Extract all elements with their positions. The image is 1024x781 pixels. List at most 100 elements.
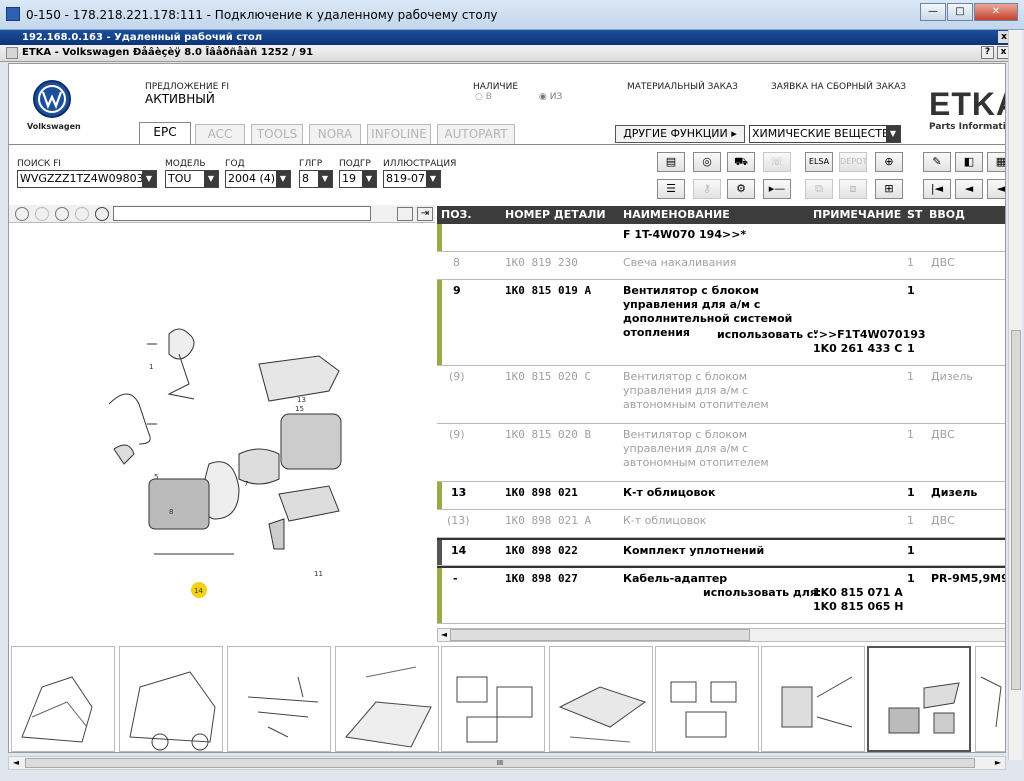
tab-acc[interactable]: ACC bbox=[195, 124, 245, 144]
outer-horizontal-scrollbar[interactable]: ◄ III ► bbox=[8, 756, 1006, 770]
tab-epc[interactable]: EPC bbox=[139, 122, 191, 144]
chevron-down-icon[interactable]: ▼ bbox=[276, 171, 290, 187]
thumbnail-6[interactable] bbox=[549, 646, 653, 752]
thumbnail-1[interactable] bbox=[11, 646, 115, 752]
cart-list-icon[interactable]: ⊞ bbox=[875, 179, 903, 199]
table-row[interactable]: (9) 1K0 815 020 C Вентилятор с блоком уп… bbox=[437, 366, 1005, 424]
chevron-down-icon[interactable]: ▼ bbox=[142, 171, 156, 187]
thumbnail-4[interactable] bbox=[335, 646, 439, 752]
tab-tools[interactable]: TOOLS bbox=[251, 124, 303, 144]
group-select[interactable]: 8 ▼ bbox=[299, 170, 333, 188]
chevron-down-icon[interactable]: ▼ bbox=[886, 126, 900, 142]
minimize-button[interactable]: — bbox=[920, 3, 946, 21]
thumbnail-10[interactable] bbox=[975, 646, 1005, 752]
table-horizontal-scrollbar[interactable]: ◄ bbox=[437, 628, 1005, 642]
copy-icon[interactable]: ⧉ bbox=[805, 179, 833, 199]
list-icon[interactable]: ☰ bbox=[657, 179, 685, 199]
chevron-down-icon[interactable]: ▼ bbox=[426, 171, 440, 187]
key-icon[interactable]: ⚷ bbox=[693, 179, 721, 199]
maximize-button[interactable]: □ bbox=[947, 3, 973, 21]
split-view-icon[interactable] bbox=[397, 207, 413, 221]
scroll-thumb[interactable]: III bbox=[25, 758, 975, 768]
zoom-fit-icon[interactable] bbox=[55, 207, 69, 221]
thumbnail-9-selected[interactable] bbox=[867, 646, 971, 752]
header-note[interactable]: ПРИМЕЧАНИЕ bbox=[809, 206, 905, 224]
diagram-search-input[interactable] bbox=[113, 206, 371, 221]
car-icon[interactable]: ⛟ bbox=[727, 152, 755, 172]
year-select[interactable]: 2004 (4) ▼ bbox=[225, 170, 291, 188]
zoom-reset-icon[interactable] bbox=[75, 207, 89, 221]
scroll-thumb[interactable] bbox=[1011, 330, 1021, 690]
table-row[interactable]: 13 1K0 898 021 К-т облицовок 1 Дизель bbox=[437, 482, 1005, 510]
illustration-select[interactable]: 819-071 ▼ bbox=[383, 170, 441, 188]
batch-order-link[interactable]: ЗАЯВКА НА СБОРНЫЙ ЗАКАЗ bbox=[771, 82, 906, 92]
cart-icon[interactable]: ⊕ bbox=[875, 152, 903, 172]
availability-from-radio[interactable]: ◉ ИЗ bbox=[539, 92, 562, 102]
thumbnail-3[interactable] bbox=[227, 646, 331, 752]
next-page-icon[interactable]: ◄ bbox=[987, 179, 1005, 199]
thumbnail-2[interactable] bbox=[119, 646, 223, 752]
other-functions-button[interactable]: ДРУГИЕ ФУНКЦИИ ▸ bbox=[615, 125, 745, 143]
doc-back-icon[interactable]: ◧ bbox=[955, 152, 983, 172]
table-row[interactable]: 8 1K0 819 230 Свеча накаливания 1 ДВС bbox=[437, 252, 1005, 280]
cell-st: 1 bbox=[907, 256, 914, 269]
zoom-in-icon[interactable] bbox=[15, 207, 29, 221]
scroll-right-arrow[interactable]: ► bbox=[991, 757, 1005, 769]
table-row[interactable]: (9) 1K0 815 020 B Вентилятор с блоком уп… bbox=[437, 424, 1005, 482]
subgroup-select[interactable]: 19 ▼ bbox=[339, 170, 377, 188]
elsa-icon[interactable]: ELSA bbox=[805, 152, 833, 172]
chevron-down-icon[interactable]: ▼ bbox=[318, 171, 332, 187]
chat-icon[interactable]: ☏ bbox=[763, 152, 791, 172]
pin-icon[interactable]: ✎ bbox=[923, 152, 951, 172]
tab-baseline bbox=[9, 144, 1005, 145]
close-button[interactable]: ✕ bbox=[974, 3, 1018, 21]
scroll-left-arrow[interactable]: ◄ bbox=[438, 629, 450, 641]
doc-icon[interactable]: ▦ bbox=[987, 152, 1005, 172]
model-select[interactable]: TOU ▼ bbox=[165, 170, 219, 188]
prev-page-icon[interactable]: ◄ bbox=[955, 179, 983, 199]
fi-search-field[interactable]: WVGZZZ1TZ4W09803 ▼ bbox=[17, 170, 157, 188]
outer-vertical-scrollbar[interactable] bbox=[1008, 30, 1022, 760]
table-row[interactable]: F 1T-4W070 194>>* bbox=[437, 224, 1005, 252]
material-order-link[interactable]: МАТЕРИАЛЬНЫЙ ЗАКАЗ bbox=[627, 82, 738, 92]
print-icon[interactable]: ▤ bbox=[657, 152, 685, 172]
search-icon[interactable] bbox=[95, 207, 109, 221]
chevron-down-icon[interactable]: ▼ bbox=[362, 171, 376, 187]
depot-icon[interactable]: DEPOT bbox=[839, 152, 867, 172]
play-icon[interactable]: ▸— bbox=[763, 179, 791, 199]
chemical-select[interactable]: ХИМИЧЕСКИЕ ВЕЩЕСТВ ▼ bbox=[749, 125, 901, 143]
rdp-window-titlebar[interactable]: 0-150 - 178.218.221.178:111 - Подключени… bbox=[0, 0, 1024, 30]
expand-icon[interactable]: ⇥ bbox=[417, 207, 433, 221]
scroll-thumb[interactable] bbox=[450, 629, 750, 641]
chevron-down-icon[interactable]: ▼ bbox=[204, 171, 218, 187]
thumbnail-5[interactable] bbox=[441, 646, 545, 752]
help-button[interactable]: ? bbox=[981, 46, 994, 59]
availability-in-radio[interactable]: ○ В bbox=[475, 92, 492, 102]
table-row[interactable]: - 1K0 898 027 Кабель-адаптер использоват… bbox=[437, 566, 1005, 624]
header-name[interactable]: НАИМЕНОВАНИЕ bbox=[619, 206, 809, 224]
tab-nora[interactable]: NORA bbox=[309, 124, 361, 144]
etka-logo: ETKA bbox=[929, 86, 1005, 122]
zoom-out-icon[interactable] bbox=[35, 207, 49, 221]
paste-icon[interactable]: ⧈ bbox=[839, 179, 867, 199]
chemical-select-value: ХИМИЧЕСКИЕ ВЕЩЕСТВ bbox=[752, 127, 890, 140]
header-st[interactable]: ST bbox=[905, 206, 927, 224]
thumbnail-7[interactable] bbox=[655, 646, 759, 752]
parts-diagram[interactable]: 1 5 7 8 11 13 15 14 bbox=[9, 224, 435, 644]
header-pos[interactable]: ПОЗ. bbox=[437, 206, 501, 224]
cd-icon[interactable]: ◎ bbox=[693, 152, 721, 172]
header-input[interactable]: ВВОД ДАННЫХ bbox=[927, 206, 1005, 239]
table-row[interactable]: 14 1K0 898 022 Комплект уплотнений 1 bbox=[437, 538, 1005, 566]
first-page-icon[interactable]: |◄ bbox=[923, 179, 951, 199]
bike-icon[interactable]: ⚙ bbox=[727, 179, 755, 199]
thumbnail-8[interactable] bbox=[761, 646, 865, 752]
availability-from-label: ИЗ bbox=[549, 92, 563, 102]
table-row[interactable]: 9 1K0 815 019 A Вентилятор с блоком упра… bbox=[437, 280, 1005, 366]
table-row[interactable]: (13) 1K0 898 021 A К-т облицовок 1 ДВС bbox=[437, 510, 1005, 538]
tab-autopart[interactable]: AUTOPART bbox=[437, 124, 515, 144]
group-label: ГЛГР bbox=[299, 159, 323, 169]
brand-name: Volkswagen bbox=[27, 122, 81, 131]
scroll-left-arrow[interactable]: ◄ bbox=[9, 757, 23, 769]
tab-infoline[interactable]: INFOLINE bbox=[367, 124, 431, 144]
header-part[interactable]: НОМЕР ДЕТАЛИ bbox=[501, 206, 619, 224]
